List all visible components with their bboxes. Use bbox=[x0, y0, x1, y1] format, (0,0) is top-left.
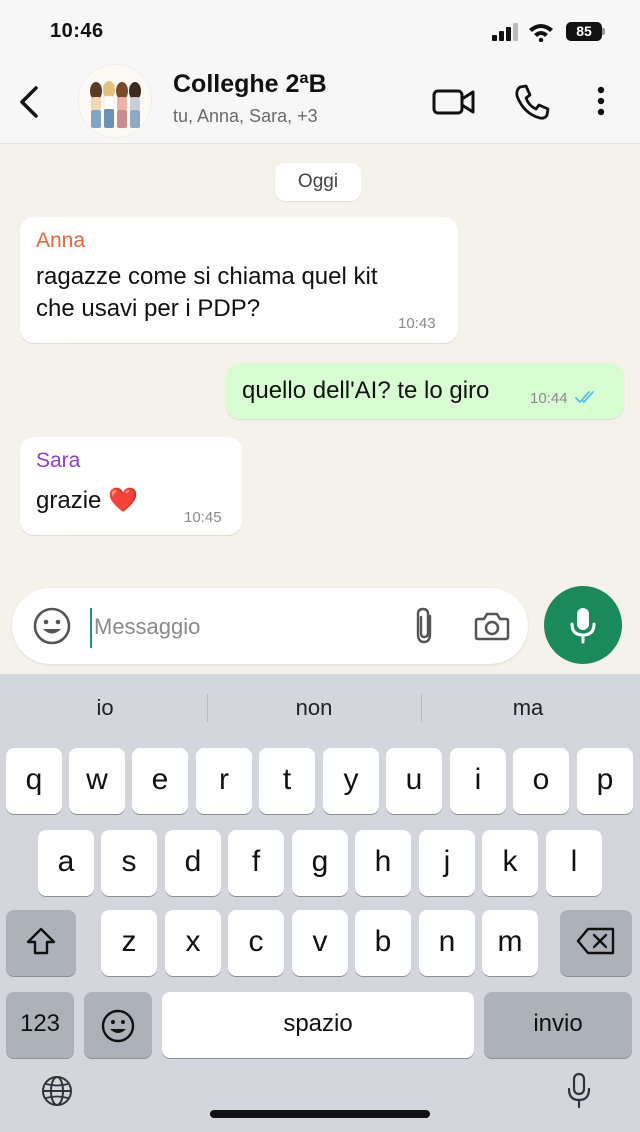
message-text-line: ragazze come si chiama quel kit bbox=[36, 263, 378, 290]
shift-key[interactable] bbox=[6, 910, 76, 976]
message-time: 10:45 bbox=[184, 509, 222, 526]
emoji-key[interactable] bbox=[84, 992, 152, 1058]
key-y[interactable]: y bbox=[323, 748, 379, 814]
message-text: grazie bbox=[36, 487, 102, 514]
phone-icon[interactable] bbox=[512, 82, 552, 122]
message-text-line: che usavi per i PDP? bbox=[36, 295, 261, 322]
camera-icon[interactable] bbox=[474, 608, 510, 644]
dictation-mic-icon[interactable] bbox=[566, 1072, 592, 1110]
suggestion-2[interactable]: non bbox=[208, 686, 420, 730]
read-ticks-icon bbox=[575, 391, 594, 404]
numbers-key[interactable]: 123 bbox=[6, 992, 74, 1058]
key-z[interactable]: z bbox=[101, 910, 157, 976]
heart-emoji: ❤️ bbox=[108, 487, 138, 514]
key-q[interactable]: q bbox=[6, 748, 62, 814]
message-text-line: grazie ❤️ bbox=[36, 485, 138, 516]
suggestion-1[interactable]: io bbox=[0, 686, 210, 730]
key-i[interactable]: i bbox=[450, 748, 506, 814]
chat-participants[interactable]: tu, Anna, Sara, +3 bbox=[173, 106, 318, 127]
key-j[interactable]: j bbox=[419, 830, 475, 896]
text-cursor bbox=[90, 608, 92, 648]
message-input[interactable] bbox=[94, 612, 394, 642]
key-u[interactable]: u bbox=[386, 748, 442, 814]
space-key[interactable]: spazio bbox=[162, 992, 474, 1058]
key-s[interactable]: s bbox=[101, 830, 157, 896]
date-chip: Oggi bbox=[275, 163, 361, 201]
key-d[interactable]: d bbox=[165, 830, 221, 896]
more-vertical-icon[interactable] bbox=[588, 82, 614, 122]
key-b[interactable]: b bbox=[355, 910, 411, 976]
microphone-icon bbox=[570, 608, 596, 644]
key-r[interactable]: r bbox=[196, 748, 252, 814]
chat-area[interactable]: Oggi Anna ragazze come si chiama quel ki… bbox=[0, 145, 640, 585]
status-bar: 10:46 85 bbox=[0, 0, 640, 60]
key-v[interactable]: v bbox=[292, 910, 348, 976]
key-h[interactable]: h bbox=[355, 830, 411, 896]
key-o[interactable]: o bbox=[513, 748, 569, 814]
key-c[interactable]: c bbox=[228, 910, 284, 976]
key-g[interactable]: g bbox=[292, 830, 348, 896]
battery-tip bbox=[602, 28, 605, 35]
key-e[interactable]: e bbox=[132, 748, 188, 814]
home-indicator[interactable] bbox=[210, 1110, 430, 1118]
message-composer bbox=[12, 588, 528, 664]
status-time: 10:46 bbox=[50, 20, 104, 42]
message-text-line: quello dell'AI? te lo giro bbox=[242, 377, 490, 404]
suggestion-3[interactable]: ma bbox=[422, 686, 634, 730]
attachment-clip-icon[interactable] bbox=[412, 606, 438, 646]
voice-record-button[interactable] bbox=[544, 586, 622, 664]
emoji-icon[interactable] bbox=[32, 606, 72, 646]
message-time: 10:44 bbox=[530, 390, 568, 407]
message-bubble-incoming[interactable]: Anna ragazze come si chiama quel kit che… bbox=[20, 217, 458, 343]
key-n[interactable]: n bbox=[419, 910, 475, 976]
chat-header: Colleghe 2ªB tu, Anna, Sara, +3 bbox=[0, 60, 640, 144]
key-a[interactable]: a bbox=[38, 830, 94, 896]
wifi-icon bbox=[529, 24, 553, 42]
key-f[interactable]: f bbox=[228, 830, 284, 896]
message-bubble-incoming[interactable]: Sara grazie ❤️ 10:45 bbox=[20, 437, 242, 535]
emoji-smiley-icon bbox=[101, 1009, 135, 1043]
group-illustration bbox=[79, 65, 151, 137]
key-x[interactable]: x bbox=[165, 910, 221, 976]
cellular-signal-icon bbox=[492, 23, 518, 41]
message-time: 10:43 bbox=[398, 315, 436, 332]
message-sender: Sara bbox=[36, 449, 81, 472]
keyboard: io non ma q w e r t y u i o p a s d f g … bbox=[0, 674, 640, 1132]
group-avatar[interactable] bbox=[78, 64, 152, 138]
globe-icon[interactable] bbox=[40, 1074, 74, 1108]
message-bubble-outgoing[interactable]: quello dell'AI? te lo giro 10:44 bbox=[226, 363, 624, 419]
chat-title[interactable]: Colleghe 2ªB bbox=[173, 70, 327, 99]
key-k[interactable]: k bbox=[482, 830, 538, 896]
video-call-icon[interactable] bbox=[432, 82, 476, 122]
battery-indicator: 85 bbox=[566, 22, 602, 41]
return-key[interactable]: invio bbox=[484, 992, 632, 1058]
key-w[interactable]: w bbox=[69, 748, 125, 814]
message-sender: Anna bbox=[36, 229, 86, 252]
delete-backspace-icon bbox=[576, 927, 615, 955]
key-p[interactable]: p bbox=[577, 748, 633, 814]
backspace-key[interactable] bbox=[560, 910, 632, 976]
shift-arrow-icon bbox=[26, 927, 56, 955]
key-m[interactable]: m bbox=[482, 910, 538, 976]
key-t[interactable]: t bbox=[259, 748, 315, 814]
key-l[interactable]: l bbox=[546, 830, 602, 896]
back-chevron-icon[interactable] bbox=[14, 82, 44, 122]
